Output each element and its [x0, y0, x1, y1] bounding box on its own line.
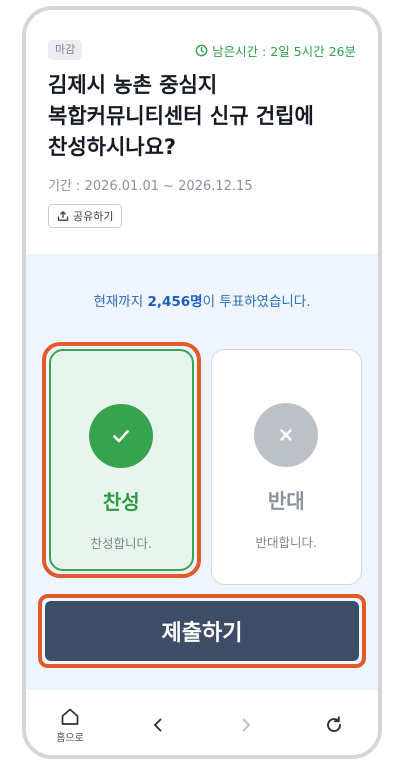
disagree-circle	[254, 403, 319, 467]
nav-refresh-button[interactable]	[314, 714, 354, 736]
share-icon	[57, 211, 69, 221]
refresh-icon	[327, 716, 341, 732]
option-agree-highlight: 찬성 찬성합니다.	[42, 342, 201, 578]
status-badge: 마감	[48, 40, 83, 60]
option-disagree-title: 반대	[267, 489, 305, 513]
vote-options: 찬성 찬성합니다. 반대 반대합니다.	[42, 342, 362, 585]
home-icon	[61, 708, 79, 725]
chevron-right-icon	[242, 718, 250, 732]
vote-count-suffix: 이 투표하였습니다.	[202, 294, 311, 310]
nav-back-button[interactable]	[138, 714, 178, 736]
poll-period: 기간 : 2026.01.01 ~ 2026.12.15	[48, 179, 253, 194]
share-label: 공유하기	[73, 211, 114, 223]
option-disagree-card[interactable]: 반대 반대합니다.	[210, 349, 362, 585]
option-agree-desc: 찬성합니다.	[90, 536, 153, 551]
bottom-nav: 홈으로	[26, 690, 378, 755]
option-agree-card[interactable]: 찬성 찬성합니다.	[49, 349, 194, 571]
submit-button[interactable]: 제출하기	[45, 601, 359, 661]
phone-frame: 마감 남은시간 : 2일 5시간 26분 김제시 농촌 중심지 복합커뮤니티센터…	[22, 6, 382, 759]
vote-count-number: 2,456명	[147, 294, 203, 310]
submit-highlight: 제출하기	[38, 594, 366, 668]
vote-count-prefix: 현재까지	[93, 294, 148, 310]
poll-title-line-2: 복합커뮤니티센터 신규 건립에	[48, 104, 314, 128]
nav-home-button[interactable]: 홈으로	[50, 706, 90, 744]
option-disagree-desc: 반대합니다.	[255, 535, 318, 550]
time-remaining-text: 남은시간 : 2일 5시간 26분	[212, 43, 356, 59]
chevron-left-icon	[154, 718, 162, 732]
nav-forward-button[interactable]	[226, 714, 266, 736]
vote-area: 현재까지 2,456명이 투표하였습니다. 찬성 찬성합니다. 반대 반대합니다…	[26, 254, 378, 690]
poll-title-line-3: 찬성하시나요?	[48, 135, 177, 159]
nav-home-label: 홈으로	[56, 733, 84, 744]
vote-count-text: 현재까지 2,456명이 투표하였습니다.	[26, 254, 378, 310]
poll-title: 김제시 농촌 중심지 복합커뮤니티센터 신규 건립에 찬성하시나요?	[48, 70, 356, 163]
poll-title-line-1: 김제시 농촌 중심지	[48, 73, 218, 97]
clock-icon	[195, 44, 208, 56]
agree-circle	[89, 404, 154, 468]
option-agree-title: 찬성	[102, 490, 140, 514]
meta-row: 마감 남은시간 : 2일 5시간 26분	[48, 40, 356, 60]
time-remaining: 남은시간 : 2일 5시간 26분	[195, 41, 356, 60]
check-icon	[113, 430, 130, 443]
close-icon	[280, 429, 292, 441]
poll-header: 마감 남은시간 : 2일 5시간 26분 김제시 농촌 중심지 복합커뮤니티센터…	[26, 10, 378, 254]
share-button[interactable]: 공유하기	[48, 204, 123, 228]
